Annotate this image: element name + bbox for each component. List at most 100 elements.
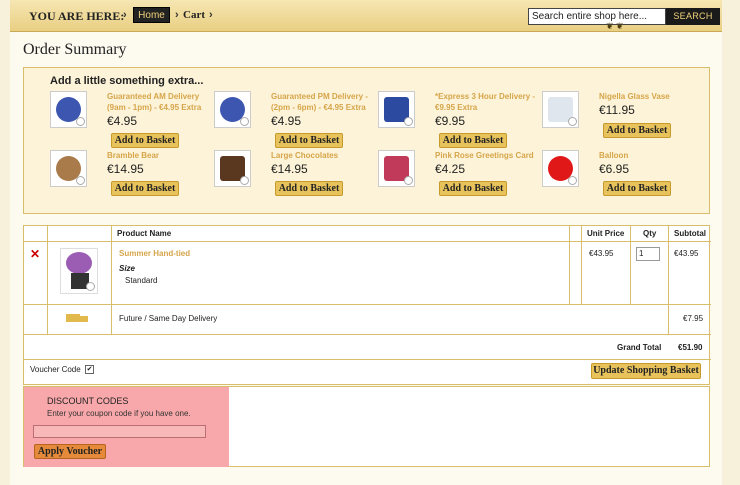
product-thumbnail[interactable] [542,150,579,187]
extra-name[interactable]: *Express 3 Hour Delivery - €9.95 Extra [435,91,542,113]
coupon-code-input[interactable] [33,425,206,438]
breadcrumb-cart: Cart [183,9,205,21]
add-to-basket-button[interactable]: Add to Basket [275,133,343,148]
row-divider [24,334,711,335]
row-divider [24,359,711,360]
breadcrumb-bar: YOU ARE HERE: › Home › Cart › Search ent… [10,0,722,32]
bouquet-icon [66,252,92,274]
zoom-icon[interactable] [404,176,413,185]
zoom-icon[interactable] [76,117,85,126]
extra-item: Bramble Bear €14.95 Add to Basket [50,150,214,196]
page-title: Order Summary [23,41,127,58]
option-value: Standard [125,276,158,285]
search-input[interactable]: Search entire shop here... [528,8,666,25]
extra-item: Balloon €6.95 Add to Basket [542,150,706,196]
extra-item: Guaranteed PM Delivery - (2pm - 6pm) - €… [214,91,378,148]
extra-price: €4.25 [435,162,466,176]
add-to-basket-button[interactable]: Add to Basket [603,123,671,138]
zoom-icon[interactable] [76,176,85,185]
option-label: Size [119,264,136,273]
delivery-truck-icon [66,312,90,323]
column-divider [668,226,669,334]
update-shopping-basket-button[interactable]: Update Shopping Basket [591,363,701,379]
extra-name[interactable]: Guaranteed PM Delivery - (2pm - 6pm) - €… [271,91,378,113]
column-header-subtotal: Subtotal [674,229,706,238]
chevron-right-icon: › [209,9,213,21]
discount-title: DISCOUNT CODES [47,396,129,406]
extra-price: €9.95 [435,114,466,128]
you-are-here-label: YOU ARE HERE: [29,9,125,23]
search-button[interactable]: SEARCH [666,8,720,25]
extra-name[interactable]: Balloon [599,150,706,161]
extra-name[interactable]: Bramble Bear [107,150,214,161]
extra-price: €6.95 [599,162,630,176]
extra-price: €4.95 [271,114,302,128]
product-thumbnail[interactable] [378,91,415,128]
qty-input[interactable]: 1 [636,247,660,261]
flourish-ornament-icon: ❦ ❦ [606,21,624,31]
extra-name[interactable]: Nigella Glass Vase [599,91,706,102]
voucher-checkbox[interactable]: ✔ [85,365,94,374]
main-content: Order Summary Add a little something ext… [10,32,722,485]
column-divider [47,226,48,334]
zoom-icon[interactable] [404,117,413,126]
grand-total-value: €51.90 [678,343,703,352]
product-thumbnail[interactable] [542,91,579,128]
add-to-basket-button[interactable]: Add to Basket [603,181,671,196]
apply-voucher-button[interactable]: Apply Voucher [34,444,106,459]
product-thumbnail[interactable] [214,150,251,187]
breadcrumb-home-link[interactable]: Home [133,7,170,23]
row-divider [24,241,711,242]
column-divider [111,226,112,334]
extra-price: €14.95 [271,162,308,176]
extra-item: *Express 3 Hour Delivery - €9.95 Extra €… [378,91,542,148]
delivery-label: Future / Same Day Delivery [119,314,218,323]
extra-item: Nigella Glass Vase €11.95 Add to Basket [542,91,706,138]
item-subtotal: €43.95 [674,249,699,258]
extra-price: €4.95 [107,114,138,128]
zoom-icon[interactable] [240,176,249,185]
column-header-qty: Qty [643,229,657,238]
extra-price: €11.95 [599,103,635,117]
row-divider [24,304,711,305]
extra-name[interactable]: Guaranteed AM Delivery (9am - 1pm) - €4.… [107,91,214,113]
extras-title: Add a little something extra... [50,75,204,87]
column-divider [630,226,631,304]
basket-table: Product Name Unit Price Qty Subtotal ✕ S… [23,225,711,385]
zoom-icon[interactable] [240,117,249,126]
discount-panel: DISCOUNT CODES Enter your coupon code if… [24,387,229,467]
delivery-price: €7.95 [683,314,704,323]
add-to-basket-button[interactable]: Add to Basket [111,133,179,148]
product-name-link[interactable]: Summer Hand-tied [119,249,190,258]
zoom-icon[interactable] [86,282,95,291]
discount-section: DISCOUNT CODES Enter your coupon code if… [23,386,710,467]
column-header-unit-price: Unit Price [587,229,625,238]
add-to-basket-button[interactable]: Add to Basket [111,181,179,196]
remove-item-icon[interactable]: ✕ [30,247,40,261]
column-header-product: Product Name [117,229,172,238]
chevron-right-icon: › [123,9,127,21]
voucher-code-label: Voucher Code [30,365,81,374]
extra-item: Guaranteed AM Delivery (9am - 1pm) - €4.… [50,91,214,148]
add-to-basket-button[interactable]: Add to Basket [439,181,507,196]
grand-total-label: Grand Total [617,343,662,352]
zoom-icon[interactable] [568,176,577,185]
product-image[interactable] [60,248,98,294]
extra-name[interactable]: Large Chocolates [271,150,378,161]
column-divider [569,226,570,304]
extras-panel: Add a little something extra... Guarante… [23,67,710,214]
extra-item: Pink Rose Greetings Card €4.25 Add to Ba… [378,150,542,196]
discount-help-text: Enter your coupon code if you have one. [47,409,191,418]
product-thumbnail[interactable] [214,91,251,128]
extra-item: Large Chocolates €14.95 Add to Basket [214,150,378,196]
product-thumbnail[interactable] [50,91,87,128]
add-to-basket-button[interactable]: Add to Basket [439,133,507,148]
extra-name[interactable]: Pink Rose Greetings Card [435,150,542,161]
unit-price: €43.95 [589,249,614,258]
zoom-icon[interactable] [568,117,577,126]
add-to-basket-button[interactable]: Add to Basket [275,181,343,196]
product-thumbnail[interactable] [378,150,415,187]
product-thumbnail[interactable] [50,150,87,187]
column-divider [581,226,582,304]
chevron-right-icon: › [175,9,179,21]
